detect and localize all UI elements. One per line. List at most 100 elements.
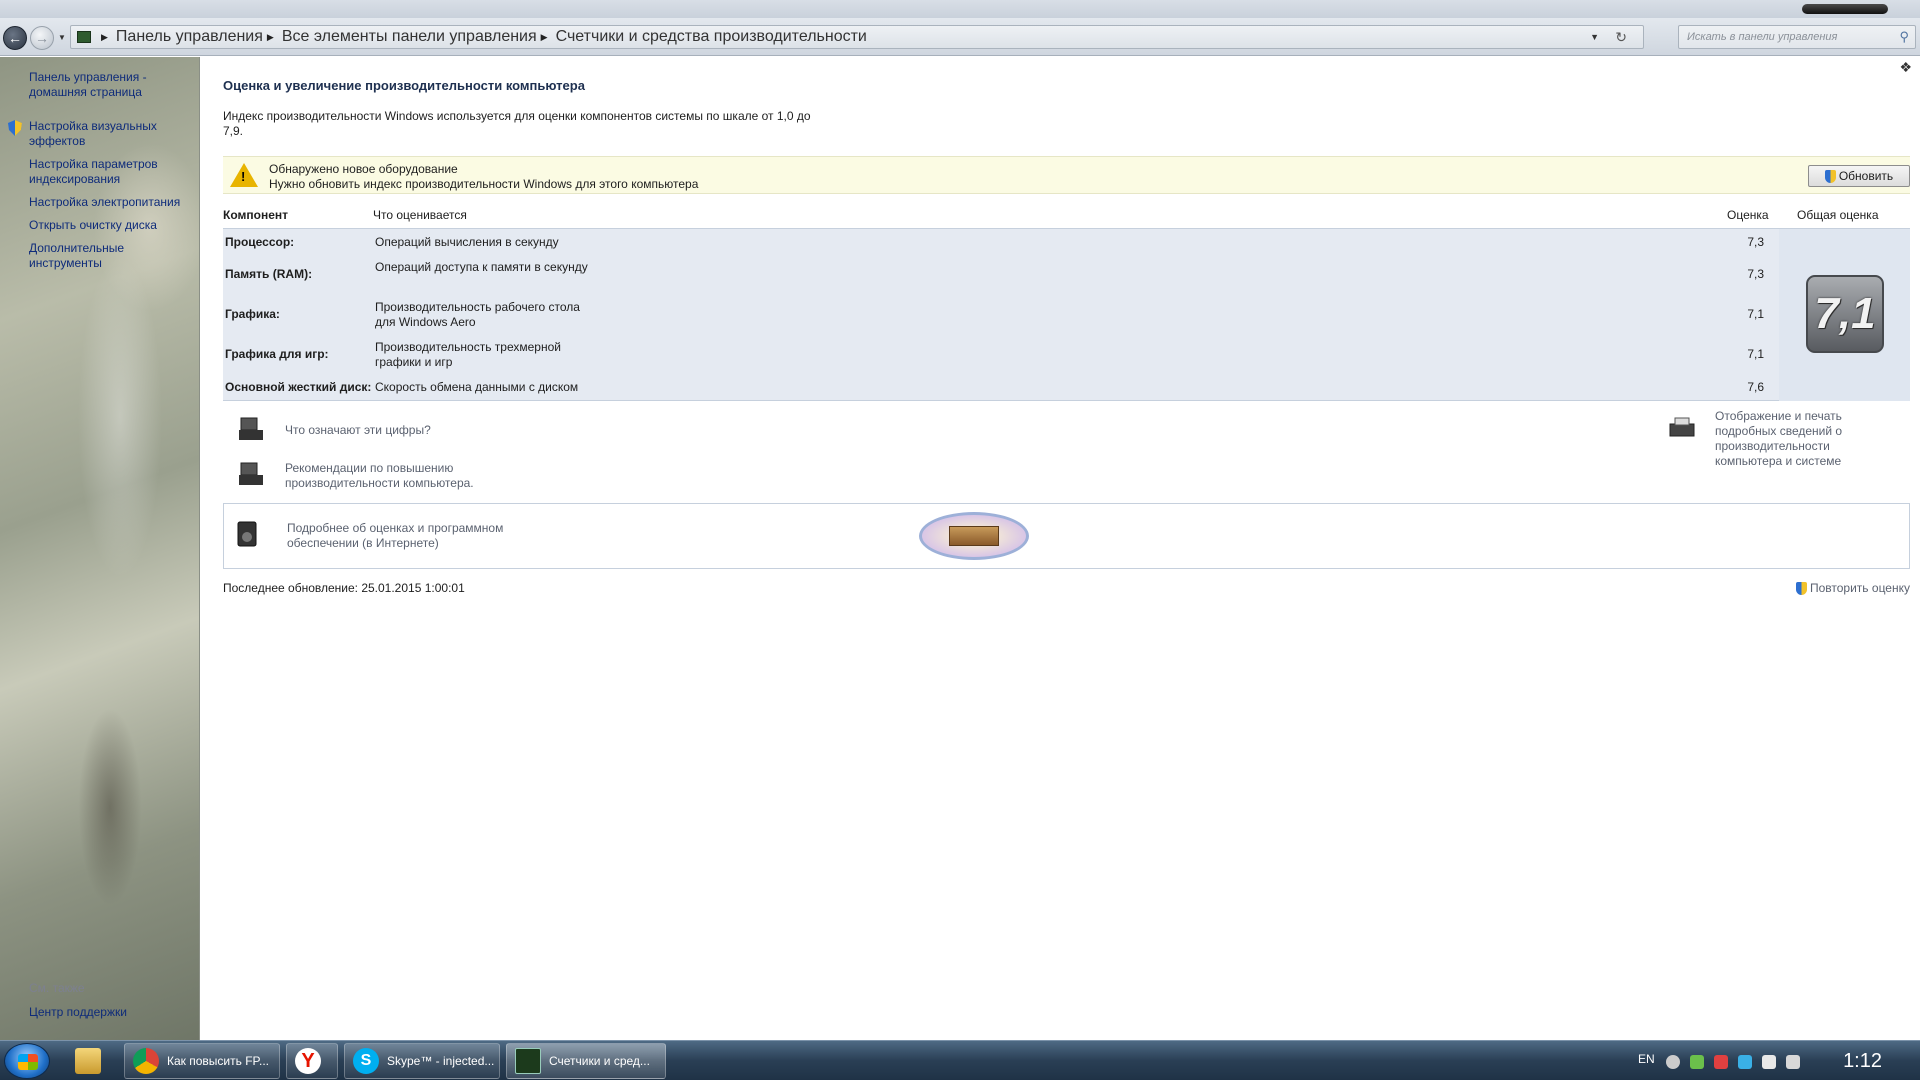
yandex-icon: Y [295, 1048, 321, 1074]
tray-skype-icon[interactable] [1738, 1055, 1752, 1069]
new-hardware-notice: ! Обнаружено новое оборудование Нужно об… [223, 156, 1910, 194]
shield-icon [8, 120, 22, 136]
recent-pages-button[interactable]: ▼ [57, 32, 67, 42]
performance-monitor-icon [515, 1048, 541, 1074]
component-description: Производительность рабочего стола для Wi… [375, 300, 580, 329]
skype-icon: S [353, 1048, 379, 1074]
sidebar-item-disk-cleanup[interactable]: Открыть очистку диска [29, 218, 194, 233]
clock[interactable]: 1:12 [1843, 1050, 1882, 1073]
sidebar-item-home[interactable]: Панель управления - домашняя страница [29, 70, 194, 100]
taskbar-label: Счетчики и сред... [549, 1054, 650, 1068]
component-description: Операций доступа к памяти в секунду [375, 260, 588, 274]
print-details-link[interactable]: Отображение и печать подробных сведений … [1715, 409, 1885, 469]
arrow-left-icon: ← [8, 30, 22, 46]
help-icon[interactable]: ❖ [1899, 59, 1912, 76]
taskbar-yandex[interactable]: Y [286, 1043, 338, 1079]
address-bar[interactable]: ▶ Панель управления ▶ Все элементы панел… [70, 25, 1644, 49]
sidebar-item-indexing[interactable]: Настройка параметров индексирования [29, 157, 194, 187]
refresh-icon[interactable]: ↻ [1615, 29, 1627, 46]
seal-emblem [949, 526, 999, 546]
component-name: Основной жесткий диск: [225, 380, 372, 394]
tray-flag-icon[interactable] [1714, 1055, 1728, 1069]
computer-help-icon [239, 417, 263, 440]
page-title: Оценка и увеличение производительности к… [223, 78, 585, 93]
window-title-bar [0, 0, 1920, 18]
taskbar-performance[interactable]: Счетчики и сред... [506, 1043, 666, 1079]
component-description: Производительность трехмерной графики и … [375, 340, 561, 369]
update-button[interactable]: Обновить [1808, 165, 1910, 187]
main-content: ❖ Оценка и увеличение производительности… [201, 57, 1920, 1040]
component-name: Процессор: [225, 235, 295, 249]
online-info-box: Подробнее об оценках и программном обесп… [223, 503, 1910, 569]
warning-mark: ! [241, 169, 246, 184]
table-body: Процессор: Операций вычисления в секунду… [223, 229, 1910, 401]
column-overall: Общая оценка [1797, 208, 1879, 222]
what-numbers-link[interactable]: Что означают эти цифры? [285, 423, 431, 438]
intro-text: Индекс производительности Windows исполь… [223, 109, 811, 138]
component-description: Операций вычисления в секунду [375, 235, 559, 249]
speaker-disc-icon [237, 521, 257, 547]
start-button[interactable] [4, 1043, 50, 1079]
overall-score-cell: 7,1 [1779, 229, 1910, 401]
sidebar-item-power[interactable]: Настройка электропитания [29, 195, 194, 210]
tips-link[interactable]: Рекомендации по повышению производительн… [285, 461, 505, 491]
forward-button[interactable]: → [30, 26, 54, 50]
chevron-right-icon[interactable]: ▶ [267, 32, 274, 43]
language-indicator[interactable]: EN [1638, 1052, 1655, 1066]
window-controls[interactable] [1802, 4, 1888, 14]
component-score: 7,1 [1747, 307, 1764, 321]
taskbar-skype[interactable]: S Skype™ - injected... [344, 1043, 500, 1079]
breadcrumb-all-items[interactable]: Все элементы панели управления [282, 28, 537, 46]
overall-score-badge: 7,1 [1806, 275, 1884, 353]
component-score: 7,1 [1747, 347, 1764, 361]
certificate-seal-image [919, 512, 1029, 560]
last-update-text: Последнее обновление: 25.01.2015 1:00:01 [223, 581, 465, 595]
shield-icon [1795, 581, 1807, 595]
warning-text: Нужно обновить индекс производительности… [269, 177, 699, 191]
update-button-label: Обновить [1838, 169, 1894, 183]
search-input[interactable]: Искать в панели управления ⚲ [1678, 25, 1916, 49]
search-icon[interactable]: ⚲ [1899, 29, 1909, 45]
tray-app-icon[interactable] [1690, 1055, 1704, 1069]
column-score: Оценка [1727, 208, 1769, 222]
component-score: 7,3 [1747, 235, 1764, 249]
sidebar-item-visual-effects[interactable]: Настройка визуальных эффектов [29, 119, 194, 149]
repeat-assessment-label: Повторить оценку [1809, 581, 1910, 595]
column-what: Что оценивается [373, 208, 467, 222]
folder-icon [75, 1048, 101, 1074]
component-description: Скорость обмена данными с диском [375, 380, 579, 394]
address-dropdown-icon[interactable]: ▼ [1590, 32, 1599, 42]
chrome-icon [133, 1048, 159, 1074]
tray-arrow-icon[interactable] [1666, 1055, 1680, 1069]
windows-logo-icon [18, 1054, 38, 1070]
search-placeholder: Искать в панели управления [1687, 31, 1838, 43]
taskbar-label: Как повысить FP... [167, 1054, 269, 1068]
tray-network-icon[interactable] [1762, 1055, 1776, 1069]
component-name: Графика для игр: [225, 347, 329, 361]
column-component: Компонент [223, 208, 288, 222]
chevron-right-icon[interactable]: ▶ [541, 32, 548, 43]
taskbar-explorer[interactable] [70, 1043, 110, 1079]
table-header: Компонент Что оценивается Оценка Общая о… [223, 198, 1910, 229]
score-table: Компонент Что оценивается Оценка Общая о… [223, 198, 1910, 401]
sidebar: Панель управления - домашняя страница На… [0, 57, 200, 1040]
taskbar-chrome[interactable]: Как повысить FP... [124, 1043, 280, 1079]
printer-icon [1669, 417, 1695, 437]
sidebar-item-support-center[interactable]: Центр поддержки [29, 1005, 194, 1020]
breadcrumb-performance[interactable]: Счетчики и средства производительности [556, 28, 867, 46]
tray-volume-icon[interactable] [1786, 1055, 1800, 1069]
sidebar-item-advanced-tools[interactable]: Дополнительные инструменты [29, 241, 194, 271]
repeat-assessment-link[interactable]: Повторить оценку [1795, 581, 1910, 595]
online-info-link[interactable]: Подробнее об оценках и программном обесп… [287, 521, 547, 551]
computer-tips-icon [239, 462, 263, 485]
warning-title: Обнаружено новое оборудование [269, 162, 458, 176]
see-also-heading: См. также [29, 981, 85, 995]
chevron-right-icon[interactable]: ▶ [101, 32, 108, 43]
shield-icon [1824, 169, 1836, 183]
component-score: 7,3 [1747, 267, 1764, 281]
breadcrumb-control-panel[interactable]: Панель управления [116, 28, 263, 46]
component-name: Графика: [225, 307, 280, 321]
back-button[interactable]: ← [3, 26, 27, 50]
control-panel-icon [77, 31, 91, 43]
component-name: Память (RAM): [225, 267, 313, 281]
